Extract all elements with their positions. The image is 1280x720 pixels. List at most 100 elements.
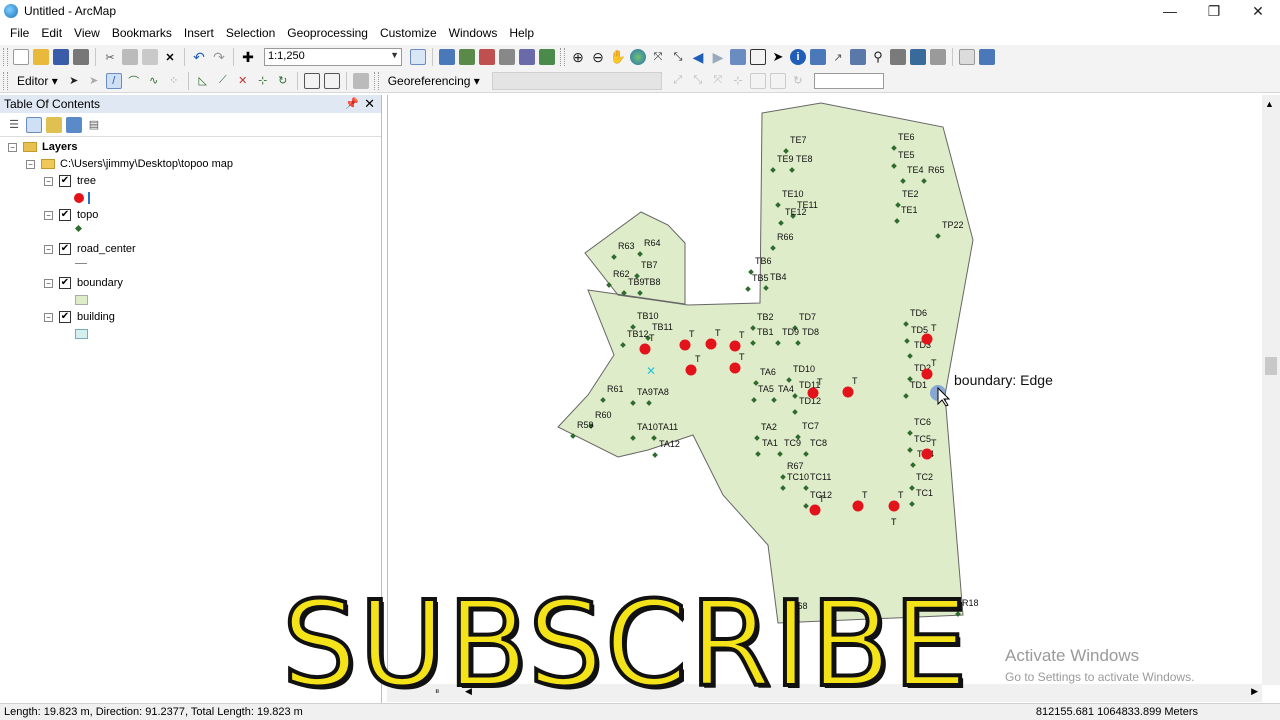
- python-icon[interactable]: [499, 49, 515, 65]
- tree-point[interactable]: [685, 364, 697, 376]
- menu-customize[interactable]: Customize: [374, 26, 443, 40]
- list-by-source-icon[interactable]: [26, 116, 42, 133]
- find-icon[interactable]: ⚲: [870, 49, 886, 65]
- identify-icon[interactable]: i: [790, 49, 806, 65]
- tree-point[interactable]: [639, 343, 651, 355]
- clear-selection-icon[interactable]: [750, 49, 766, 65]
- end-point-arc-icon[interactable]: ⌒: [126, 73, 142, 89]
- restore-button[interactable]: ❐: [1192, 0, 1236, 22]
- tree-symbol[interactable]: [74, 192, 90, 204]
- menu-insert[interactable]: Insert: [178, 26, 220, 40]
- pin-icon[interactable]: 📌: [345, 97, 359, 110]
- layer-row-topo[interactable]: − ✔ topo: [44, 209, 98, 221]
- layer-visibility-checkbox[interactable]: ✔: [59, 175, 71, 187]
- topo-point[interactable]: [745, 286, 751, 292]
- layer-visibility-checkbox[interactable]: ✔: [59, 311, 71, 323]
- attributes-icon[interactable]: [303, 72, 320, 89]
- tree-point[interactable]: [809, 504, 821, 516]
- point-icon[interactable]: ⁘: [166, 73, 182, 89]
- sketch-properties-icon[interactable]: [323, 72, 340, 89]
- menu-geoprocessing[interactable]: Geoprocessing: [281, 26, 374, 40]
- topo-symbol[interactable]: [74, 224, 83, 233]
- tree-point[interactable]: [842, 386, 854, 398]
- tree-point[interactable]: [852, 500, 864, 512]
- find-route-icon[interactable]: [890, 49, 906, 65]
- create-viewer-icon[interactable]: [959, 49, 975, 65]
- layout-view-icon[interactable]: [979, 49, 995, 65]
- editor-toolbar-icon[interactable]: [410, 49, 426, 65]
- go-to-xy-icon[interactable]: [910, 49, 926, 65]
- road-symbol[interactable]: [75, 263, 87, 264]
- table-icon[interactable]: [439, 49, 455, 65]
- menu-file[interactable]: File: [4, 26, 35, 40]
- open-folder-icon[interactable]: [33, 49, 49, 65]
- straight-segment-icon[interactable]: /: [105, 72, 122, 89]
- topo-point[interactable]: [652, 452, 658, 458]
- close-button[interactable]: ✕: [1236, 0, 1280, 22]
- tree-point[interactable]: [705, 338, 717, 350]
- boundary-symbol[interactable]: [75, 295, 88, 305]
- cut-icon[interactable]: ✂: [102, 49, 118, 65]
- create-features-icon[interactable]: [352, 72, 369, 89]
- edit-vertices-icon[interactable]: ◺: [195, 73, 211, 89]
- layer-row-road-center[interactable]: − ✔ road_center: [44, 243, 136, 255]
- edit-annotation-icon[interactable]: ➤: [86, 73, 102, 89]
- close-icon[interactable]: ✕: [364, 96, 375, 112]
- menu-windows[interactable]: Windows: [443, 26, 504, 40]
- vertical-scrollbar[interactable]: ▲: [1262, 95, 1280, 685]
- arctoolbox-icon[interactable]: [479, 49, 495, 65]
- catalog-icon[interactable]: [459, 49, 475, 65]
- tree-point[interactable]: [921, 448, 933, 460]
- list-by-selection-icon[interactable]: [66, 116, 82, 133]
- fixed-zoom-in-icon[interactable]: ⤧: [650, 49, 666, 65]
- folder-row[interactable]: − C:\Users\jimmy\Desktop\topoo map: [26, 158, 233, 170]
- layer-visibility-checkbox[interactable]: ✔: [59, 277, 71, 289]
- trace-icon[interactable]: ∿: [146, 73, 162, 89]
- zoom-out-icon[interactable]: ⊖: [590, 49, 606, 65]
- list-by-drawing-order-icon[interactable]: ☰: [6, 117, 22, 133]
- scroll-right-icon[interactable]: ▶: [1251, 686, 1258, 697]
- layers-root[interactable]: − Layers: [8, 141, 77, 153]
- collapse-icon[interactable]: −: [8, 142, 17, 152]
- measure-icon[interactable]: ↗: [830, 49, 846, 65]
- save-icon[interactable]: [53, 49, 69, 65]
- tree-point[interactable]: [807, 387, 819, 399]
- tree-point[interactable]: [921, 368, 933, 380]
- menu-selection[interactable]: Selection: [220, 26, 281, 40]
- model-builder-icon[interactable]: [519, 49, 535, 65]
- collapse-icon[interactable]: −: [26, 159, 35, 169]
- hyperlink-icon[interactable]: [850, 49, 866, 65]
- select-features-icon[interactable]: [730, 49, 746, 65]
- georeferencing-menu[interactable]: Georeferencing ▾: [382, 74, 486, 88]
- rotation-input[interactable]: [813, 72, 884, 89]
- layer-visibility-checkbox[interactable]: ✔: [59, 243, 71, 255]
- collapse-icon[interactable]: −: [44, 244, 53, 254]
- zoom-in-icon[interactable]: ⊕: [570, 49, 586, 65]
- print-icon[interactable]: [73, 49, 89, 65]
- rotate-tool-icon[interactable]: ↻: [275, 73, 291, 89]
- collapse-icon[interactable]: −: [44, 210, 53, 220]
- forward-extent-icon[interactable]: ▶: [710, 49, 726, 65]
- scroll-up-icon[interactable]: ▲: [1265, 99, 1274, 109]
- boundary-polygon[interactable]: [557, 102, 974, 624]
- minimize-button[interactable]: —: [1148, 0, 1192, 22]
- tree-point[interactable]: [729, 362, 741, 374]
- collapse-icon[interactable]: −: [44, 278, 53, 288]
- search-window-icon[interactable]: [539, 49, 555, 65]
- cut-polygons-icon[interactable]: ✕: [235, 73, 251, 89]
- pan-icon[interactable]: ✋: [610, 49, 626, 65]
- collapse-icon[interactable]: −: [44, 312, 53, 322]
- delete-icon[interactable]: ✕: [162, 49, 178, 65]
- layer-row-building[interactable]: − ✔ building: [44, 311, 115, 323]
- select-elements-icon[interactable]: ➤: [770, 49, 786, 65]
- add-data-icon[interactable]: ✚: [240, 49, 256, 65]
- editor-menu[interactable]: Editor ▾: [11, 74, 64, 88]
- undo-icon[interactable]: ↶: [191, 49, 207, 65]
- building-symbol[interactable]: [75, 329, 88, 339]
- menu-bookmarks[interactable]: Bookmarks: [106, 26, 178, 40]
- tree-point[interactable]: [679, 339, 691, 351]
- scroll-thumb[interactable]: [1265, 357, 1277, 375]
- menu-edit[interactable]: Edit: [35, 26, 68, 40]
- copy-icon[interactable]: [122, 49, 138, 65]
- tree-point[interactable]: [888, 500, 900, 512]
